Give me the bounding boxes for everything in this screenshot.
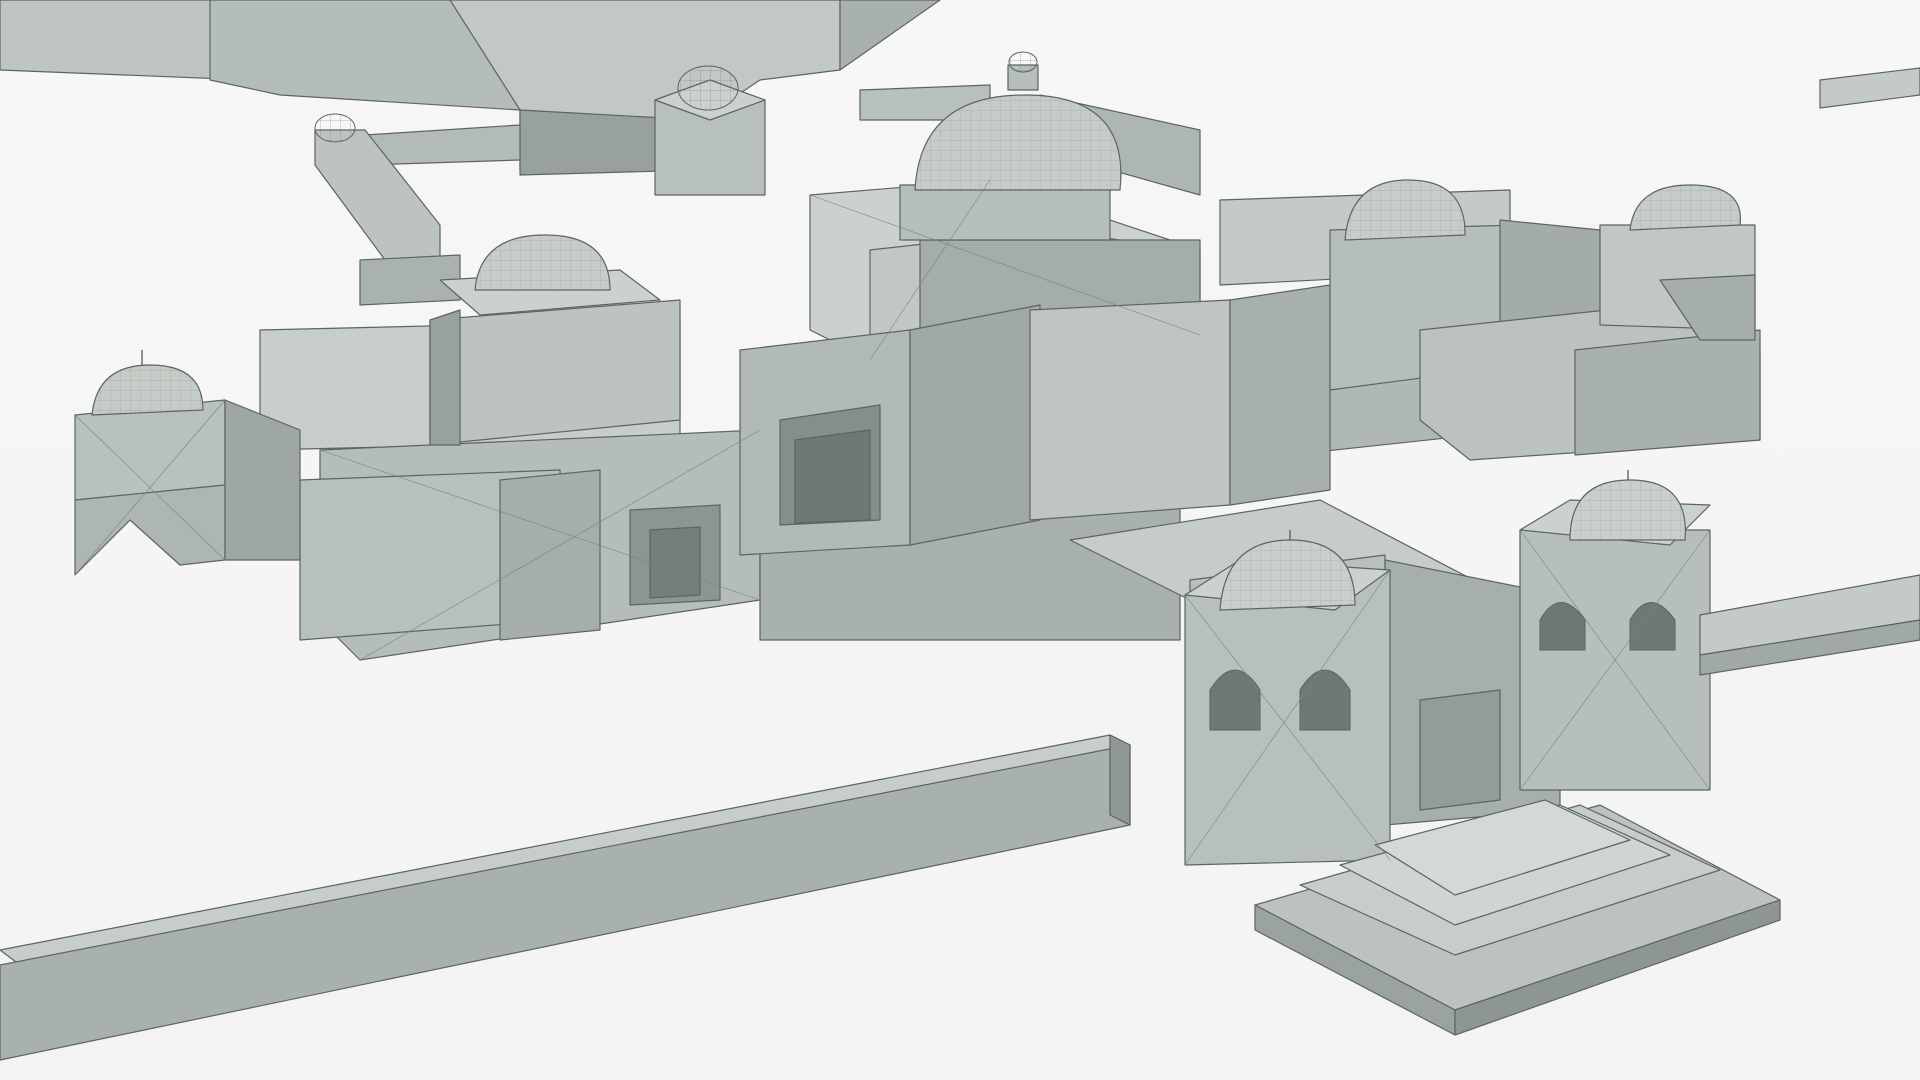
front-long-wall <box>0 734 1131 1061</box>
far-right-wall <box>1819 67 1920 109</box>
palace-3d-model-render <box>0 0 1920 1061</box>
front-right-tower <box>1519 470 1711 791</box>
right-gazebo <box>1599 184 1756 341</box>
3d-viewport[interactable] <box>0 0 1920 1080</box>
right-long-wall <box>1699 574 1920 676</box>
front-left-tower <box>1184 530 1391 866</box>
